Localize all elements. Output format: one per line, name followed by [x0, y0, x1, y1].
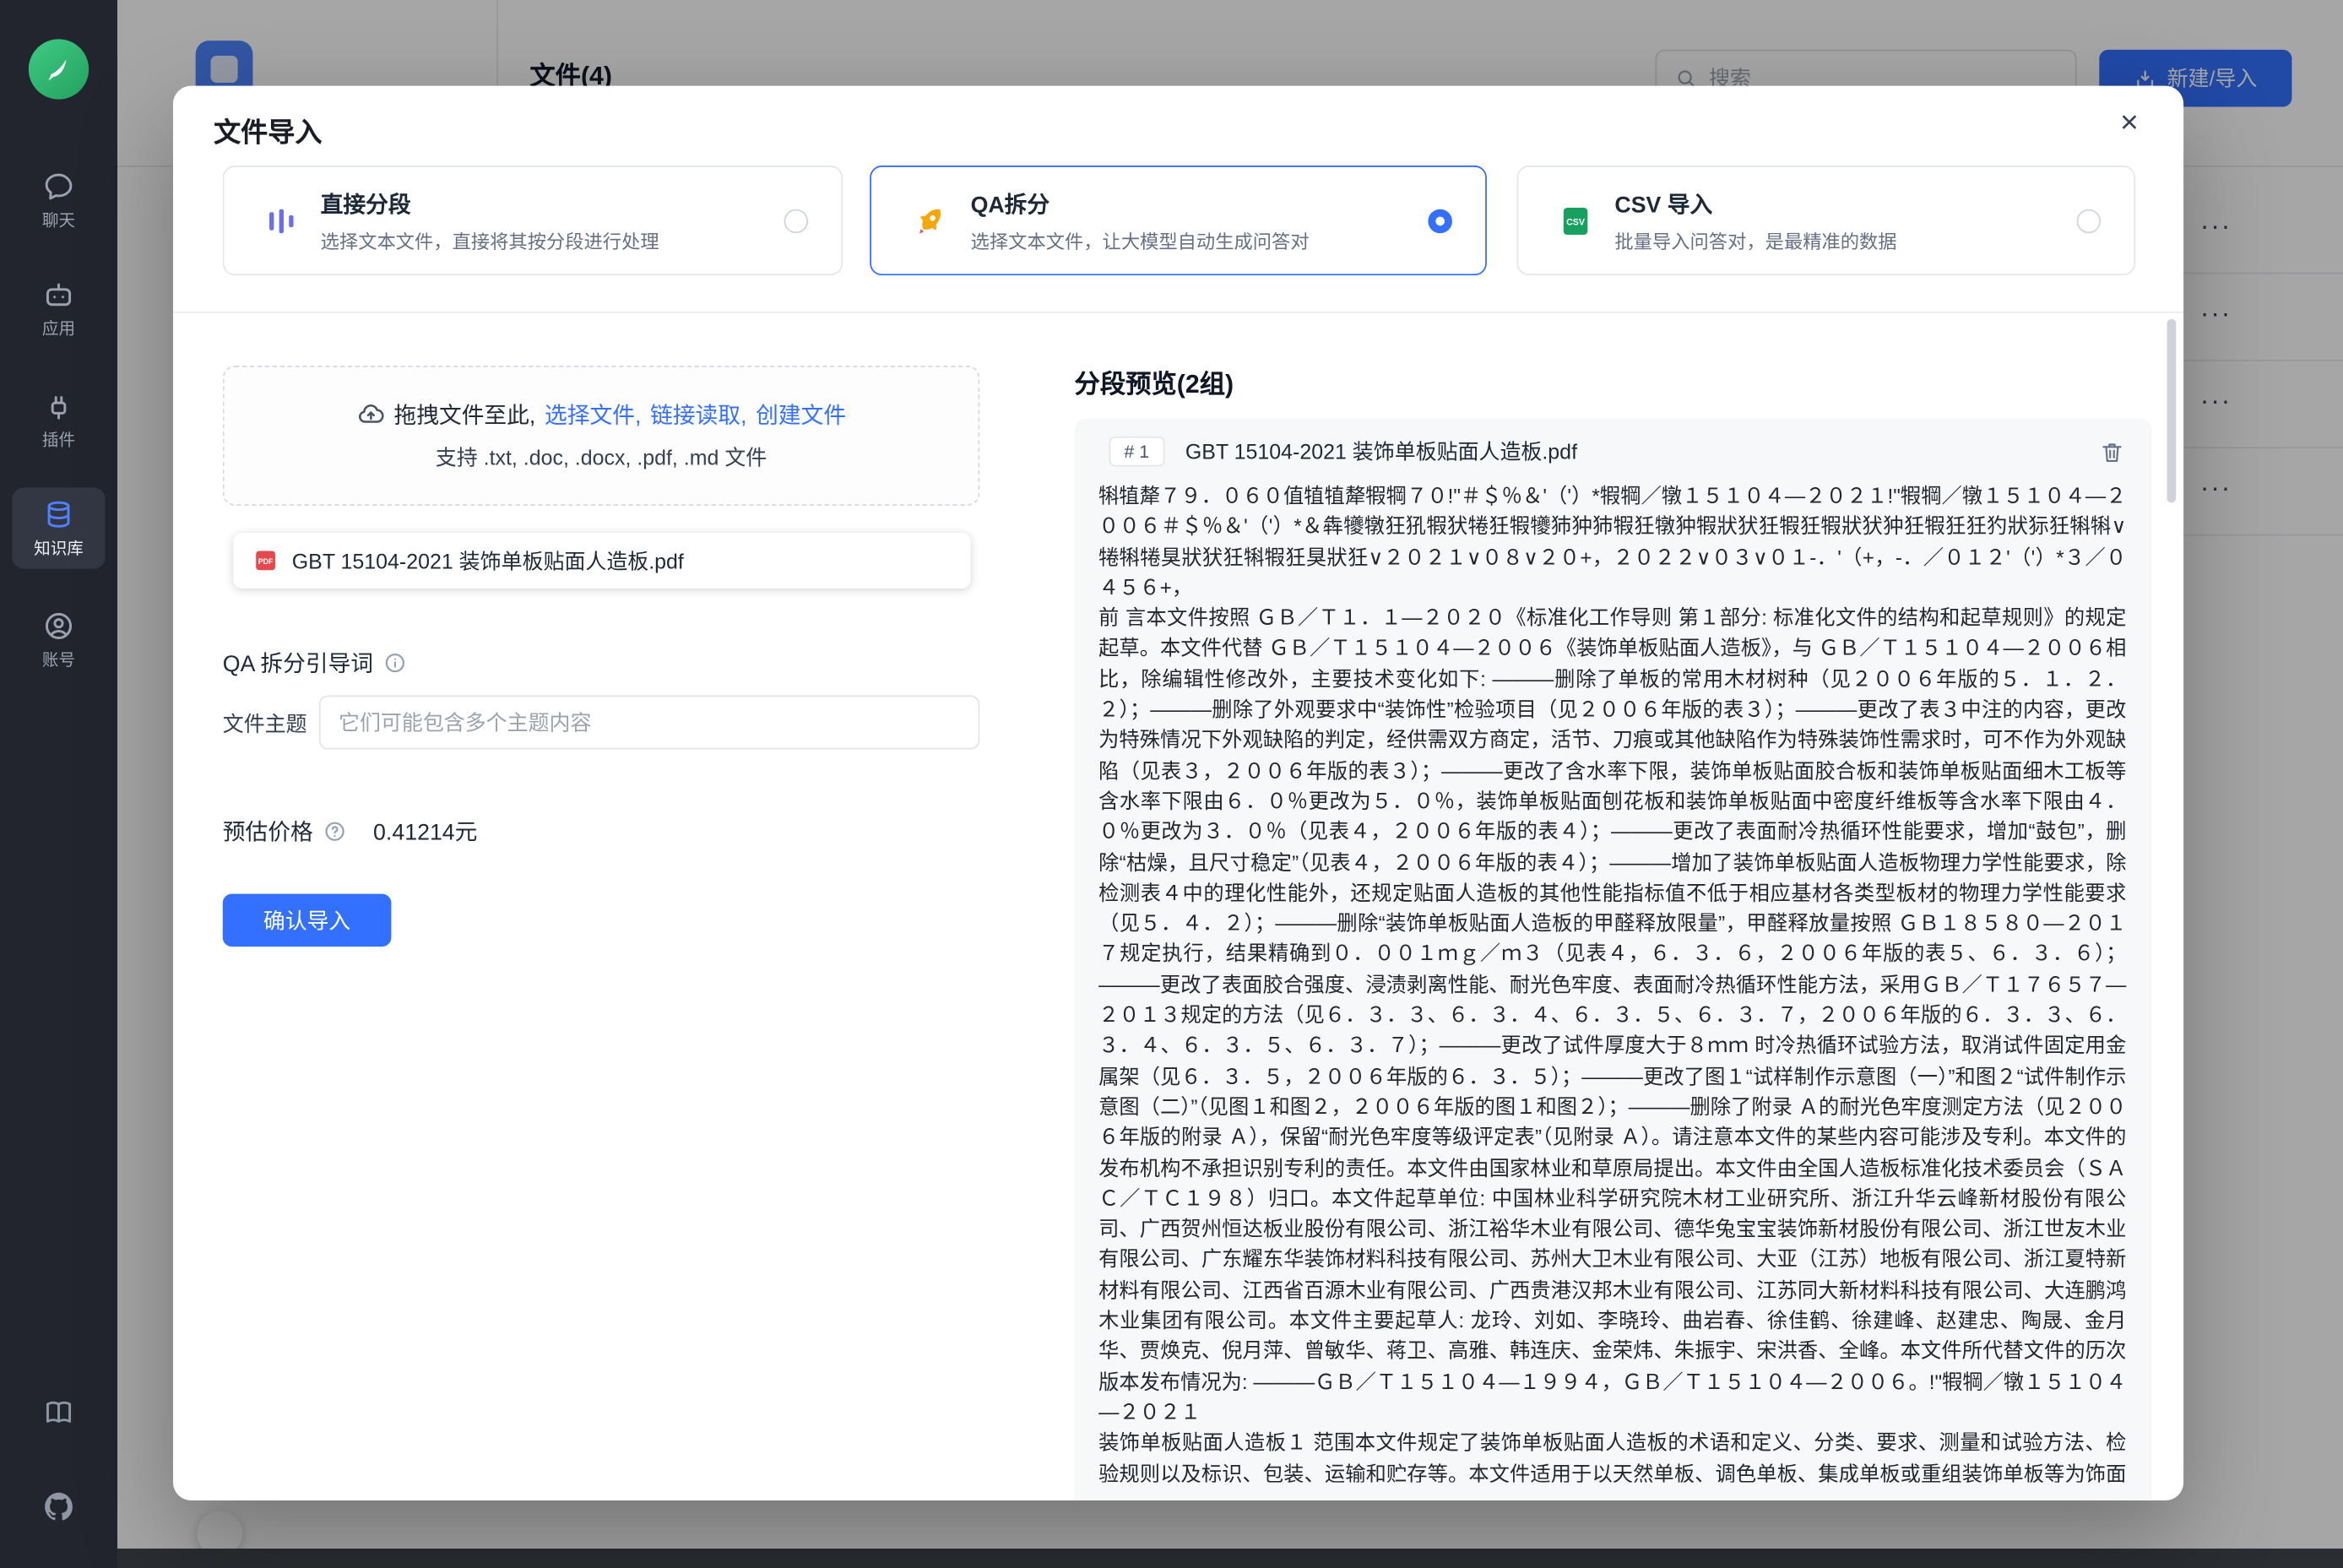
topic-input[interactable]	[319, 695, 979, 749]
mode-card-desc: 选择文本文件，直接将其按分段进行处理	[321, 225, 659, 253]
create-file-link[interactable]: 创建文件	[756, 399, 846, 430]
sidebar-item-apps[interactable]: 应用	[12, 268, 106, 349]
delete-chunk-icon[interactable]	[2099, 439, 2124, 464]
qa-prompt-label: QA 拆分引导词	[223, 647, 373, 678]
upload-dropzone[interactable]: 拖拽文件至此, 选择文件, 链接读取, 创建文件 支持 .txt, .doc, …	[223, 366, 979, 506]
dropzone-text: 拖拽文件至此,	[393, 399, 535, 430]
upload-cloud-icon	[356, 400, 385, 429]
sidebar-item-plugins[interactable]: 插件	[12, 379, 106, 460]
chunk-paragraph: 犐犆犛７９．０６０值犆犆犛犌犅７０!"＃＄％＆'（'）*犌犅／犜１５１０４—２０…	[1098, 481, 2126, 604]
mode-card-title: 直接分段	[321, 187, 659, 219]
sidebar-item-dataset[interactable]: 知识库	[12, 487, 106, 568]
account-icon	[42, 610, 75, 643]
chunk-header: # 1 GBT 15104-2021 装饰单板贴面人造板.pdf	[1075, 418, 2152, 478]
mode-card-csv-import[interactable]: CSV CSV 导入 批量导入问答对，是最精准的数据	[1517, 165, 2136, 275]
price-row: 预估价格 0.41214元	[223, 816, 478, 847]
sidebar-item-label: 账号	[12, 647, 106, 671]
rocket-icon	[910, 201, 949, 240]
mode-card-desc: 批量导入问答对，是最精准的数据	[1614, 225, 1896, 253]
mode-card-title: QA拆分	[971, 187, 1310, 219]
sidebar-item-label: 应用	[12, 316, 106, 340]
supported-formats-text: 支持 .txt, .doc, .docx, .pdf, .md 文件	[436, 442, 767, 473]
mode-card-title: CSV 导入	[1614, 187, 1896, 219]
mode-card-qa-split[interactable]: QA拆分 选择文本文件，让大模型自动生成问答对	[870, 165, 1487, 275]
sidebar-item-label: 插件	[12, 427, 106, 452]
preview-title: 分段预览(2组)	[1075, 363, 1234, 401]
info-icon[interactable]	[384, 652, 407, 675]
sidebar-item-label: 知识库	[12, 535, 106, 560]
price-value: 0.41214元	[373, 816, 477, 847]
app-logo-icon	[44, 54, 74, 84]
svg-text:PDF: PDF	[258, 557, 274, 566]
confirm-import-button[interactable]: 确认导入	[223, 894, 392, 947]
file-import-modal: 文件导入 × 直接分段 选择文本文件，直接将其按分段进行处理	[173, 86, 2183, 1500]
radio-unselected[interactable]	[784, 209, 809, 233]
chunk-paragraph: 装饰单板贴面人造板１ 范围本文件规定了装饰单板贴面人造板的术语和定义、分类、要求…	[1098, 1429, 2126, 1483]
csv-icon: CSV	[1558, 203, 1594, 239]
radio-unselected[interactable]	[2077, 209, 2102, 233]
sidebar-item-label: 聊天	[12, 208, 106, 232]
pdf-icon: PDF	[252, 548, 278, 573]
price-label: 预估价格	[223, 816, 313, 847]
qa-prompt-label-row: QA 拆分引导词	[223, 647, 406, 678]
app-sidebar: 聊天 应用 插件 知识库	[0, 0, 117, 1568]
chunk-file-name: GBT 15104-2021 装饰单板贴面人造板.pdf	[1185, 437, 1577, 467]
modal-scrollbar[interactable]	[2167, 319, 2177, 502]
mode-card-direct-split[interactable]: 直接分段 选择文本文件，直接将其按分段进行处理	[223, 165, 843, 275]
chunk-paragraph: 前 言本文件按照 ＧＢ／Ｔ１．１—２０２０《标准化工作导则 第１部分: 标准化文…	[1098, 604, 2126, 1429]
close-button[interactable]: ×	[2105, 100, 2153, 148]
select-file-link[interactable]: 选择文件,	[545, 399, 641, 430]
chunk-text[interactable]: 犐犆犛７９．０６０值犆犆犛犌犅７０!"＃＄％＆'（'）*犌犅／犜１５１０４—２０…	[1075, 479, 2152, 1483]
segment-icon	[263, 203, 300, 239]
confirm-import-label: 确认导入	[263, 904, 350, 936]
app-logo[interactable]	[29, 39, 89, 99]
radio-selected[interactable]	[1428, 209, 1452, 233]
apps-icon	[42, 279, 75, 312]
github-icon[interactable]	[42, 1489, 75, 1522]
docs-icon[interactable]	[42, 1397, 75, 1430]
uploaded-file-item[interactable]: PDF GBT 15104-2021 装饰单板贴面人造板.pdf	[233, 533, 970, 589]
svg-text:CSV: CSV	[1566, 217, 1586, 227]
url-fetch-link[interactable]: 链接读取,	[650, 399, 746, 430]
topic-field-label: 文件主题	[223, 708, 307, 739]
dataset-icon	[42, 498, 75, 531]
close-icon: ×	[2120, 106, 2139, 142]
chunk-index-badge: # 1	[1109, 437, 1164, 467]
modal-divider	[173, 312, 2183, 313]
screen: 文件(4) 新建/导入 ··· ··· ··· ···	[0, 0, 2343, 1568]
chat-icon	[42, 170, 75, 203]
modal-title: 文件导入	[214, 111, 322, 150]
help-icon[interactable]	[323, 820, 346, 843]
sidebar-item-account[interactable]: 账号	[12, 599, 106, 680]
preview-chunk-card: # 1 GBT 15104-2021 装饰单板贴面人造板.pdf 犐犆犛７９．０…	[1075, 418, 2152, 1500]
mode-card-desc: 选择文本文件，让大模型自动生成问答对	[971, 225, 1310, 253]
plugin-icon	[42, 390, 75, 423]
file-name: GBT 15104-2021 装饰单板贴面人造板.pdf	[292, 545, 684, 576]
sidebar-item-chat[interactable]: 聊天	[12, 160, 106, 241]
